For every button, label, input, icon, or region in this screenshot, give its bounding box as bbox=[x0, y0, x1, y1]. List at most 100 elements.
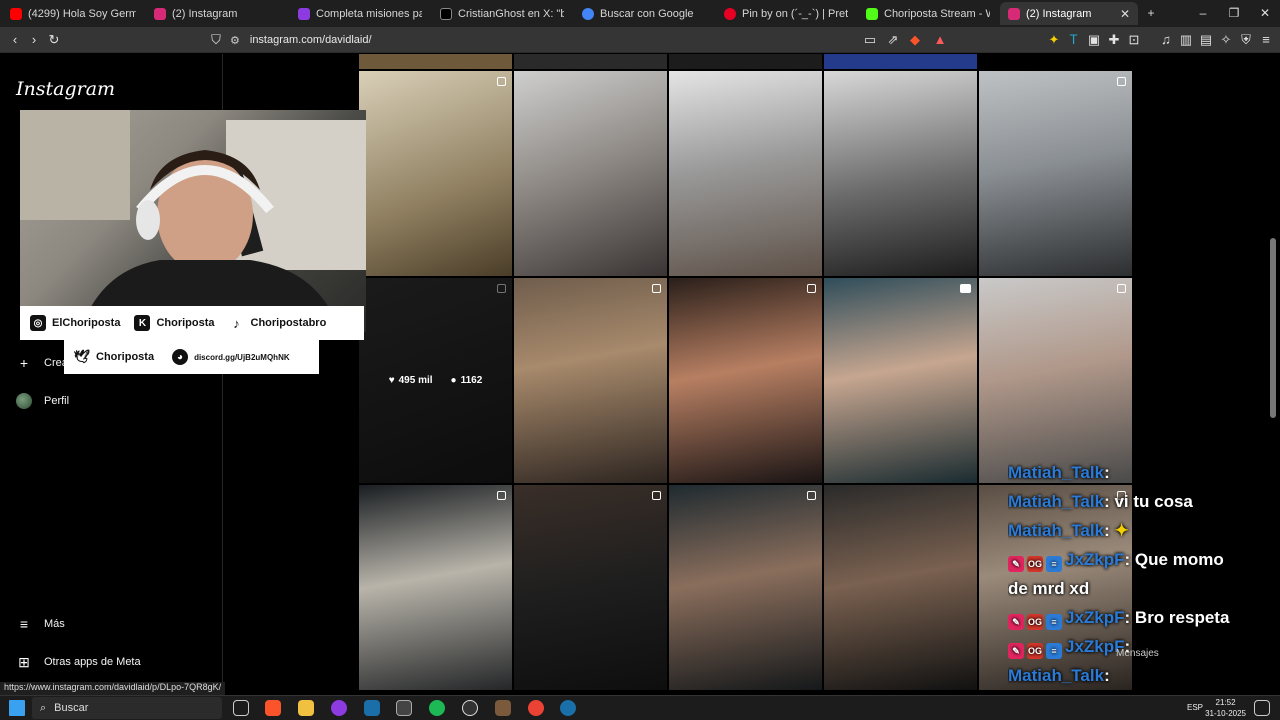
messages-button[interactable]: Mensajes bbox=[1116, 648, 1159, 659]
streamer-webcam bbox=[20, 110, 366, 332]
tab-instagram-active[interactable]: (2) Instagram ✕ bbox=[1000, 2, 1138, 25]
sidebar-item-more[interactable]: ≡ Más bbox=[16, 616, 65, 632]
post-thumbnail[interactable] bbox=[824, 278, 977, 483]
comments-count: ● 1162 bbox=[450, 375, 483, 386]
chat-message: de mrd xd bbox=[1008, 579, 1090, 598]
vpn-icon[interactable]: ⛨ bbox=[1238, 32, 1254, 48]
screenshot-icon[interactable]: ⊡ bbox=[1126, 32, 1142, 48]
post-thumbnail[interactable] bbox=[979, 278, 1132, 483]
pinterest-icon bbox=[724, 7, 736, 20]
post-thumbnail-hovered[interactable]: ♥ 495 mil ● 1162 bbox=[359, 278, 512, 483]
post-thumbnail[interactable] bbox=[514, 485, 667, 690]
post-thumbnail[interactable] bbox=[669, 278, 822, 483]
notifications-icon[interactable] bbox=[1254, 700, 1270, 716]
file-explorer-icon[interactable] bbox=[298, 700, 314, 716]
extension-star-icon[interactable]: ✦ bbox=[1046, 32, 1062, 48]
tab-pinterest[interactable]: Pin by on (´-_-`) | Pretty peopl bbox=[716, 2, 856, 25]
task-view-icon[interactable] bbox=[233, 700, 249, 716]
social-label: ElChoriposta bbox=[52, 317, 121, 329]
back-icon[interactable]: ‹ bbox=[7, 32, 23, 48]
post-thumbnail[interactable] bbox=[979, 71, 1132, 276]
menu-icon[interactable]: ≡ bbox=[1258, 32, 1274, 48]
post-thumbnail[interactable] bbox=[824, 54, 977, 69]
puzzle-icon[interactable]: ✚ bbox=[1106, 32, 1122, 48]
post-thumbnail[interactable] bbox=[359, 54, 512, 69]
maximize-icon[interactable]: ❐ bbox=[1226, 5, 1242, 21]
post-thumbnail[interactable] bbox=[359, 485, 512, 690]
post-thumbnail[interactable] bbox=[669, 71, 822, 276]
x-icon bbox=[440, 7, 452, 20]
sidebar-toggle-icon[interactable]: ▥ bbox=[1178, 32, 1194, 48]
brave-rewards-icon[interactable]: ▲ bbox=[932, 32, 948, 48]
chat-line: Matiah_Talk: bbox=[1008, 458, 1273, 487]
post-thumbnail[interactable] bbox=[514, 278, 667, 483]
clock-date: 31-10-2025 bbox=[1205, 709, 1246, 718]
leo-ai-icon[interactable]: ✧ bbox=[1218, 32, 1234, 48]
obs-icon[interactable] bbox=[462, 700, 478, 716]
emote-icon: ✦ bbox=[1114, 521, 1129, 540]
sidebar-item-label: Más bbox=[44, 618, 65, 630]
stream-socials-bar-2: 🕊 Choriposta ◕ discord.gg/UjB2uMQhNK bbox=[64, 340, 319, 374]
steam-client-icon[interactable] bbox=[560, 700, 576, 716]
hamburger-icon: ≡ bbox=[19, 616, 29, 632]
reload-icon[interactable]: ↻ bbox=[46, 32, 62, 48]
extension-translate-icon[interactable]: Ꭲ bbox=[1066, 32, 1082, 48]
chat-message: : bbox=[1104, 666, 1110, 685]
comments-value: 1162 bbox=[460, 375, 483, 386]
post-thumbnail[interactable] bbox=[514, 71, 667, 276]
tab-missions[interactable]: Completa misiones para ganar bbox=[290, 2, 430, 25]
post-thumbnail[interactable] bbox=[669, 485, 822, 690]
post-thumbnail[interactable] bbox=[514, 54, 667, 69]
chrome-icon[interactable] bbox=[528, 700, 544, 716]
capcut-icon[interactable] bbox=[396, 700, 412, 716]
spotify-icon[interactable] bbox=[429, 700, 445, 716]
close-window-icon[interactable]: ✕ bbox=[1257, 5, 1273, 21]
carousel-icon bbox=[652, 284, 661, 293]
steam-icon[interactable] bbox=[364, 700, 380, 716]
page-scrollbar[interactable] bbox=[1270, 238, 1276, 418]
windows-start-icon[interactable] bbox=[9, 700, 25, 716]
bookmark-icon[interactable]: ⛉ bbox=[208, 32, 224, 48]
brave-shield-icon[interactable]: ◆ bbox=[907, 32, 923, 48]
sidebar-item-profile[interactable]: Perfil bbox=[16, 393, 69, 409]
extension-icon[interactable]: ▣ bbox=[1086, 32, 1102, 48]
chat-line: Matiah_Talk: ✦ bbox=[1008, 516, 1273, 545]
post-hover-stats: ♥ 495 mil ● 1162 bbox=[359, 278, 512, 483]
system-clock[interactable]: 21:52 31-10-2025 bbox=[1205, 697, 1246, 719]
chat-message: : bbox=[1104, 521, 1110, 540]
post-thumbnail[interactable] bbox=[824, 485, 977, 690]
address-bar[interactable]: ⚙ instagram.com/davidlaid/ bbox=[230, 30, 960, 50]
language-indicator[interactable]: ESP bbox=[1187, 703, 1203, 712]
post-thumbnail[interactable] bbox=[359, 71, 512, 276]
tab-youtube[interactable]: (4299) Hola Soy Germán Intro bbox=[2, 2, 144, 25]
post-thumbnail[interactable] bbox=[824, 71, 977, 276]
cast-icon[interactable]: ▭ bbox=[862, 32, 878, 48]
instagram-logo[interactable]: Instagram bbox=[16, 78, 115, 100]
app-icon[interactable] bbox=[331, 700, 347, 716]
minimize-icon[interactable]: – bbox=[1195, 5, 1211, 21]
carousel-icon bbox=[807, 491, 816, 500]
new-tab-icon[interactable]: + bbox=[1143, 5, 1159, 21]
close-tab-icon[interactable]: ✕ bbox=[1120, 7, 1130, 21]
sidebar-item-meta-apps[interactable]: ⊞ Otras apps de Meta bbox=[16, 654, 140, 670]
tab-x-post[interactable]: CristianGhost en X: "busco m... bbox=[432, 2, 572, 25]
carousel-icon bbox=[497, 77, 506, 86]
post-thumbnail[interactable] bbox=[669, 54, 822, 69]
brave-app-icon[interactable] bbox=[265, 700, 281, 716]
chat-username: Matiah_Talk bbox=[1008, 521, 1105, 540]
tab-kick-stream[interactable]: Choriposta Stream - Watch Live bbox=[858, 2, 998, 25]
taskbar-search[interactable]: ⌕ Buscar bbox=[32, 697, 222, 719]
carousel-icon bbox=[497, 491, 506, 500]
music-icon[interactable]: ♫ bbox=[1158, 32, 1174, 48]
minecraft-icon[interactable] bbox=[495, 700, 511, 716]
social-discord: ◕ discord.gg/UjB2uMQhNK bbox=[154, 349, 290, 365]
site-settings-icon[interactable]: ⚙ bbox=[230, 34, 240, 47]
chat-username: JxZkpF bbox=[1065, 608, 1125, 627]
share-icon[interactable]: ⇗ bbox=[885, 32, 901, 48]
tab-instagram-1[interactable]: (2) Instagram bbox=[146, 2, 286, 25]
tab-label: CristianGhost en X: "busco m... bbox=[458, 7, 564, 20]
forward-icon[interactable]: › bbox=[26, 32, 42, 48]
tab-google-search[interactable]: Buscar con Google bbox=[574, 2, 714, 25]
wallet-icon[interactable]: ▤ bbox=[1198, 32, 1214, 48]
search-label: Buscar bbox=[54, 702, 89, 714]
